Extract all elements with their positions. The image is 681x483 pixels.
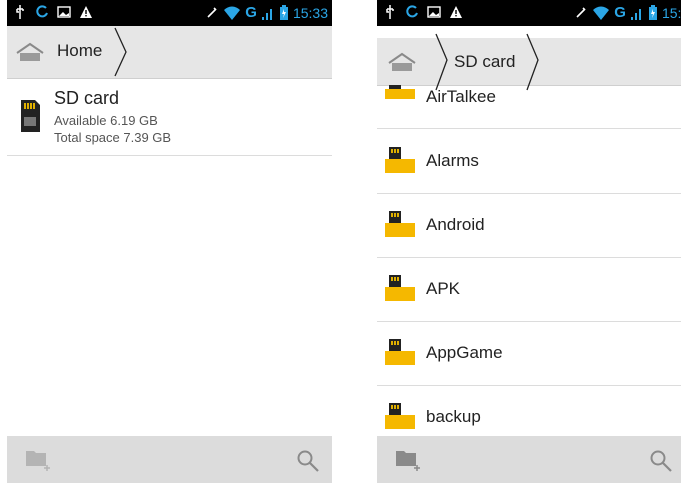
list-item[interactable]: AppGame: [377, 321, 681, 386]
storage-available: Available 6.19 GB: [54, 113, 158, 128]
folder-name: Alarms: [426, 151, 479, 170]
usb-icon: [386, 5, 394, 19]
screen-home: G 15:33 Home SD card Available 6.19 GB T…: [7, 0, 332, 483]
storage-total: Total space 7.39 GB: [54, 130, 172, 145]
breadcrumb-home[interactable]: [387, 38, 427, 85]
wifi-icon: [224, 6, 241, 20]
new-folder-icon[interactable]: [25, 448, 55, 472]
status-bar: G 15:33: [377, 0, 681, 26]
clock: 15:33: [292, 4, 328, 21]
folder-name: backup: [426, 407, 481, 426]
search-icon[interactable]: [649, 449, 673, 473]
folder-name: APK: [426, 279, 461, 298]
signal-icon: [630, 8, 641, 20]
home-icon: [388, 52, 416, 71]
usb-icon: [16, 5, 24, 19]
list-item[interactable]: APK: [377, 257, 681, 322]
warning-icon: [450, 6, 462, 18]
folder-sdcard-icon: [385, 403, 415, 429]
breadcrumb-home[interactable]: Home: [15, 26, 125, 78]
wifi-icon: [593, 6, 610, 20]
bottom-action-bar: [377, 436, 681, 483]
folder-name: AppGame: [426, 343, 503, 362]
image-icon: [427, 6, 441, 18]
breadcrumb-home-label: Home: [57, 41, 103, 60]
bottom-action-bar: [7, 436, 332, 483]
list-item[interactable]: Alarms: [377, 129, 681, 194]
folder-sdcard-icon: [385, 147, 415, 173]
breadcrumb: SD card: [377, 33, 681, 91]
folder-sdcard-icon: [385, 85, 415, 99]
breadcrumb-separator: [526, 33, 539, 91]
screen-sdcard: G 15:33 SD card AirTalkee: [377, 0, 681, 483]
list-item[interactable]: Android: [377, 193, 681, 258]
sync-icon: [36, 5, 48, 18]
battery-icon: [648, 4, 657, 20]
breadcrumb-separator: [435, 33, 448, 91]
folder-sdcard-icon: [385, 211, 415, 237]
signal-icon: [261, 8, 272, 20]
list-item[interactable]: AirTalkee: [377, 85, 681, 129]
breadcrumb: Home: [7, 26, 332, 79]
network-type: G: [614, 4, 626, 21]
breadcrumb-current[interactable]: SD card: [454, 52, 515, 72]
mute-icon: [207, 6, 217, 18]
network-type: G: [245, 4, 257, 21]
warning-icon: [80, 6, 92, 18]
folder-name: AirTalkee: [426, 87, 496, 106]
breadcrumb-separator: [114, 27, 127, 77]
home-icon: [16, 42, 44, 61]
new-folder-icon[interactable]: [395, 448, 425, 472]
status-bar: G 15:33: [7, 0, 332, 26]
mute-icon: [576, 6, 586, 18]
sd-card-icon: [21, 100, 40, 132]
list-item[interactable]: backup: [377, 385, 681, 436]
folder-name: Android: [426, 215, 485, 234]
folder-sdcard-icon: [385, 339, 415, 365]
storage-item-sdcard[interactable]: SD card Available 6.19 GB Total space 7.…: [7, 80, 332, 156]
sync-icon: [406, 5, 418, 18]
search-icon[interactable]: [296, 449, 320, 473]
storage-name: SD card: [54, 88, 120, 108]
folder-sdcard-icon: [385, 275, 415, 301]
battery-icon: [279, 4, 288, 20]
clock: 15:33: [661, 4, 681, 21]
image-icon: [57, 6, 71, 18]
